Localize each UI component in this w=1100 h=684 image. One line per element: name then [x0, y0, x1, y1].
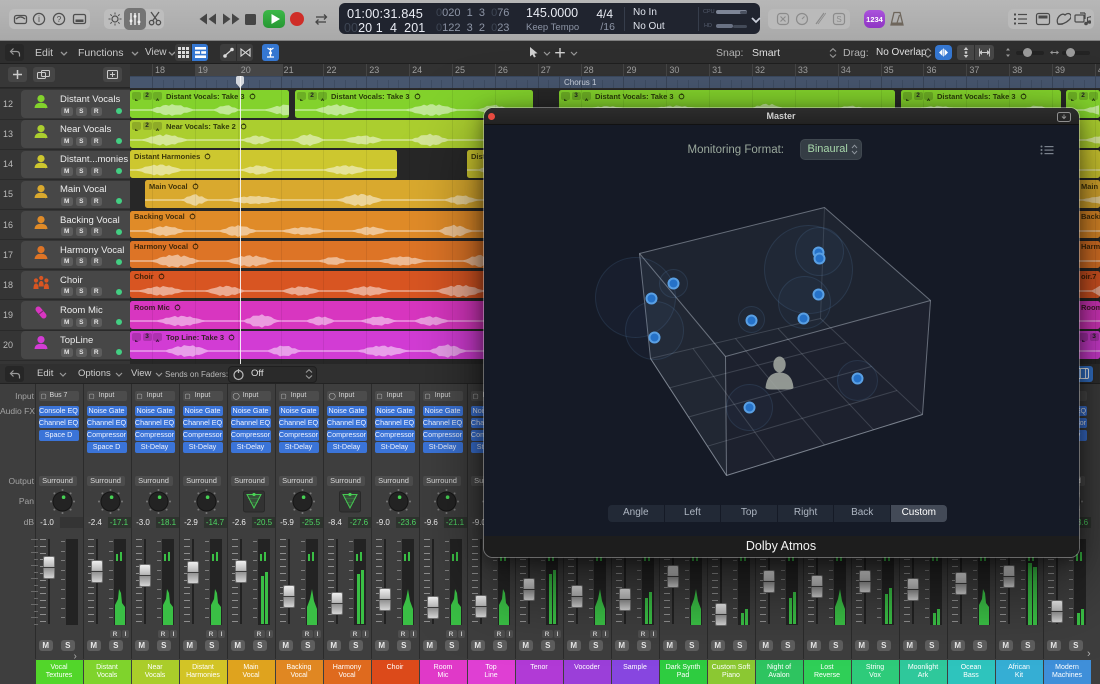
svg-text:?: ? [57, 14, 62, 24]
svg-text:S: S [836, 15, 841, 24]
svg-text:i: i [38, 14, 40, 24]
